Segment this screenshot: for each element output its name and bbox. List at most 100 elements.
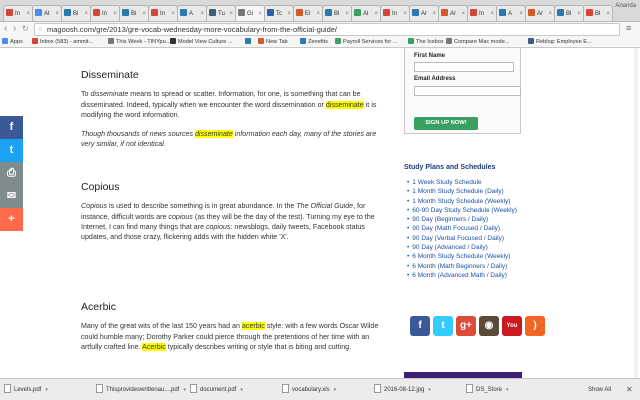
- download-item[interactable]: document.pdf ▾: [190, 383, 243, 397]
- twitter-icon[interactable]: t: [433, 316, 453, 336]
- browser-tab[interactable]: In ×: [3, 5, 33, 21]
- show-all-downloads[interactable]: Show All: [588, 384, 611, 396]
- bookmark-item[interactable]: New Tab: [258, 37, 288, 47]
- browser-tab[interactable]: Tu ×: [206, 5, 236, 21]
- youtube-icon[interactable]: You: [502, 316, 522, 336]
- page-info-icon[interactable]: ○: [38, 24, 42, 35]
- url-field[interactable]: ○ magoosh.com/gre/2013/gre-vocab-wednesd…: [34, 23, 620, 36]
- tab-close-icon[interactable]: ×: [490, 6, 494, 21]
- bookmark-item[interactable]: Zenefits: [300, 37, 328, 47]
- tab-close-icon[interactable]: ×: [171, 6, 175, 21]
- browser-tab[interactable]: At ×: [32, 5, 62, 21]
- browser-tab[interactable]: A ×: [177, 5, 207, 21]
- tab-close-icon[interactable]: ×: [606, 6, 610, 21]
- rss-icon[interactable]: ): [525, 316, 545, 336]
- forward-icon[interactable]: ›: [13, 23, 16, 35]
- menu-icon[interactable]: ≡: [626, 23, 631, 33]
- tab-close-icon[interactable]: ×: [461, 6, 465, 21]
- browser-tab[interactable]: Tc ×: [264, 5, 294, 21]
- download-menu-icon[interactable]: ▾: [428, 387, 431, 393]
- study-plan-link[interactable]: 60-90 Day Study Schedule (Weekly): [407, 206, 517, 215]
- bookmark-item[interactable]: Inbox (583) - ammit...: [32, 37, 93, 47]
- signup-button[interactable]: SIGN UP NOW!: [414, 117, 478, 130]
- bookmark-item[interactable]: Reblog: Employee E...: [528, 37, 592, 47]
- download-menu-icon[interactable]: ▾: [240, 387, 243, 393]
- tab-close-icon[interactable]: ×: [577, 6, 581, 21]
- tab-close-icon[interactable]: ×: [142, 6, 146, 21]
- study-plan-link[interactable]: 1 Month Study Schedule (Weekly): [407, 197, 517, 206]
- study-plan-link[interactable]: 6 Month (Advanced Math / Daily): [407, 271, 517, 280]
- tab-close-icon[interactable]: ×: [258, 6, 262, 21]
- download-menu-icon[interactable]: ▾: [506, 387, 509, 393]
- profile-name[interactable]: Ananda: [615, 3, 636, 9]
- browser-tab[interactable]: Bl ×: [554, 5, 584, 21]
- download-item[interactable]: vocabulary.xls ▾: [282, 383, 336, 397]
- first-name-field[interactable]: [414, 62, 514, 72]
- browser-tab[interactable]: In ×: [90, 5, 120, 21]
- study-plan-link[interactable]: 1 Week Study Schedule: [407, 178, 517, 187]
- browser-tab[interactable]: Ar ×: [409, 5, 439, 21]
- bookmark-item[interactable]: The Icebox: [408, 37, 444, 47]
- study-plan-link[interactable]: 90 Day (Advanced / Daily): [407, 243, 517, 252]
- instagram-icon[interactable]: ◉: [479, 316, 499, 336]
- print-icon[interactable]: ⎙: [0, 162, 23, 185]
- browser-tab[interactable]: Bi ×: [61, 5, 91, 21]
- download-menu-icon[interactable]: ▾: [183, 387, 186, 393]
- browser-tab[interactable]: Ar ×: [438, 5, 468, 21]
- tab-close-icon[interactable]: ×: [374, 6, 378, 21]
- tab-close-icon[interactable]: ×: [432, 6, 436, 21]
- download-item[interactable]: Thisprovideswrittenau....pdf ▾: [96, 383, 186, 397]
- google-plus-icon[interactable]: g+: [456, 316, 476, 336]
- tab-close-icon[interactable]: ×: [84, 6, 88, 21]
- email-field[interactable]: [414, 86, 521, 96]
- tab-close-icon[interactable]: ×: [26, 6, 30, 21]
- facebook-icon[interactable]: f: [0, 116, 23, 139]
- tab-close-icon[interactable]: ×: [548, 6, 552, 21]
- browser-tab[interactable]: Bl ×: [322, 5, 352, 21]
- study-plan-link[interactable]: 1 Month Study Schedule (Daily): [407, 187, 517, 196]
- tab-close-icon[interactable]: ×: [200, 6, 204, 21]
- download-item[interactable]: Levels.pdf ▾: [4, 383, 48, 397]
- bookmark-item[interactable]: This Week - TINYpu...: [108, 37, 170, 47]
- download-item[interactable]: 2016-08-12.jpg ▾: [374, 383, 431, 397]
- twitter-icon[interactable]: t: [0, 139, 23, 162]
- study-plan-link[interactable]: 90 Day (Verbal Focused / Daily): [407, 234, 517, 243]
- browser-tab[interactable]: A ×: [496, 5, 526, 21]
- bookmark-item[interactable]: Model View Culture ...: [170, 37, 233, 47]
- browser-tab[interactable]: In ×: [467, 5, 497, 21]
- facebook-icon[interactable]: f: [410, 316, 430, 336]
- tab-close-icon[interactable]: ×: [403, 6, 407, 21]
- scrollbar[interactable]: [634, 48, 638, 378]
- download-item[interactable]: DS_Store ▾: [466, 383, 509, 397]
- browser-tab[interactable]: Bl ×: [583, 5, 613, 21]
- tab-close-icon[interactable]: ×: [229, 6, 233, 21]
- tab-close-icon[interactable]: ×: [519, 6, 523, 21]
- browser-tab[interactable]: Al ×: [351, 5, 381, 21]
- reload-icon[interactable]: ↻: [22, 23, 29, 35]
- study-plan-link[interactable]: 6 Month (Math Beginners / Daily): [407, 262, 517, 271]
- browser-tab[interactable]: Gi ×: [235, 5, 265, 21]
- back-icon[interactable]: ‹: [4, 23, 7, 35]
- browser-tab[interactable]: In ×: [380, 5, 410, 21]
- bookmark-item[interactable]: Compare Mac mode...: [446, 37, 509, 47]
- tab-close-icon[interactable]: ×: [345, 6, 349, 21]
- download-menu-icon[interactable]: ▾: [45, 387, 48, 393]
- study-plan-link[interactable]: 90 Day (Beginners / Daily): [407, 215, 517, 224]
- study-plan-link[interactable]: 90 Day (Math Focused / Daily): [407, 224, 517, 233]
- study-plan-link[interactable]: 6 Month Study Schedule (Weekly): [407, 252, 517, 261]
- bookmark-item[interactable]: Payroll Services for ...: [335, 37, 397, 47]
- bookmark-item[interactable]: [245, 37, 253, 47]
- bookmark-item[interactable]: Apps: [2, 37, 23, 47]
- tab-close-icon[interactable]: ×: [316, 6, 320, 21]
- more-icon[interactable]: +: [0, 208, 23, 231]
- tab-close-icon[interactable]: ×: [113, 6, 117, 21]
- tab-close-icon[interactable]: ×: [287, 6, 291, 21]
- email-icon[interactable]: ✉: [0, 185, 23, 208]
- browser-tab[interactable]: In ×: [148, 5, 178, 21]
- browser-tab[interactable]: Bi ×: [119, 5, 149, 21]
- tab-close-icon[interactable]: ×: [55, 6, 59, 21]
- browser-tab[interactable]: El ×: [293, 5, 323, 21]
- download-menu-icon[interactable]: ▾: [334, 387, 337, 393]
- close-downloads-icon[interactable]: ✕: [626, 384, 633, 396]
- browser-tab[interactable]: Ar ×: [525, 5, 555, 21]
